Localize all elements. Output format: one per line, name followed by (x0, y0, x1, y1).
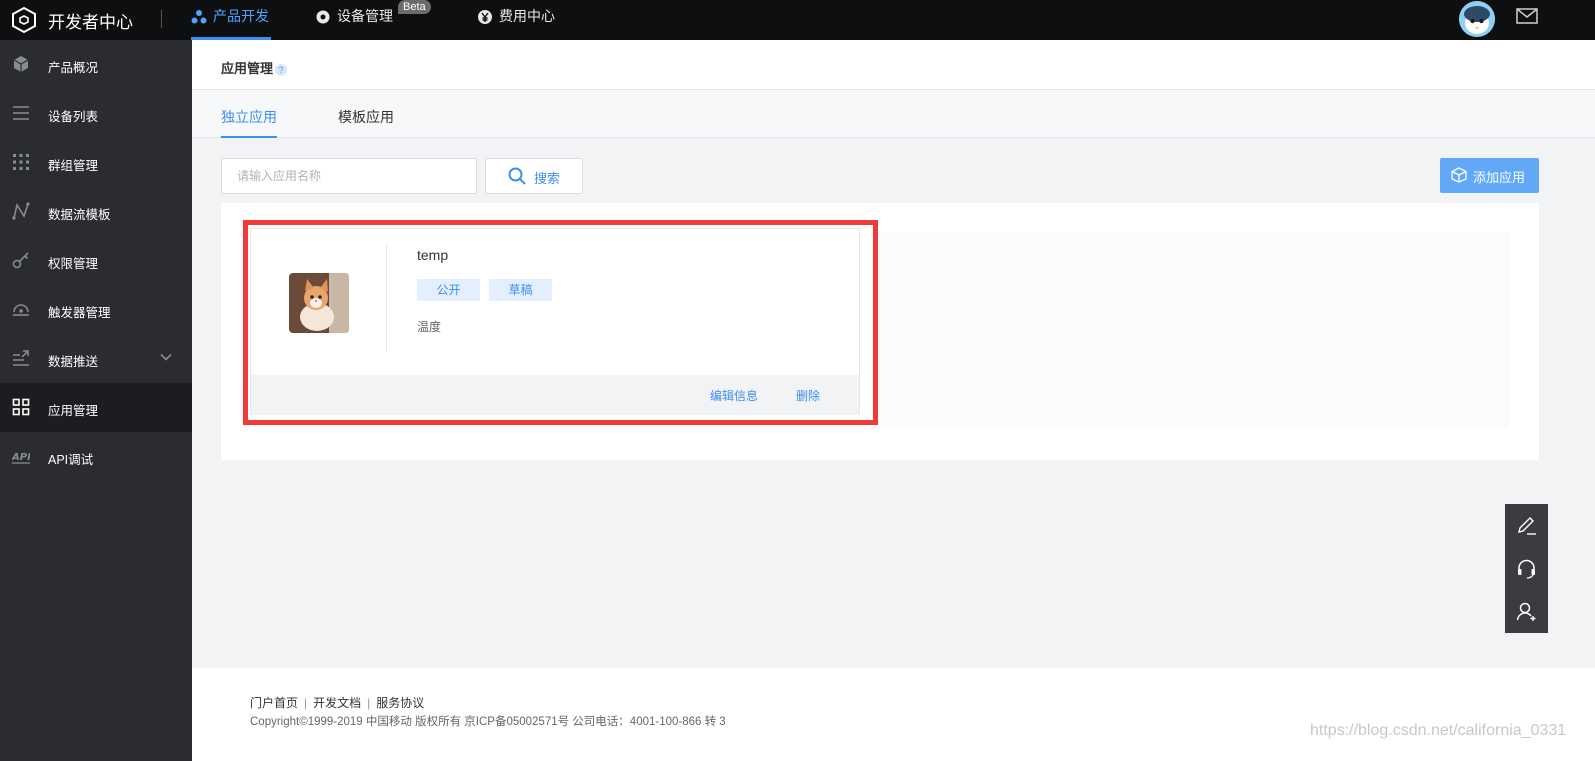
add-contact-button[interactable] (1505, 590, 1548, 633)
nav-device-management[interactable]: 设备管理 (315, 0, 393, 40)
add-app-button[interactable]: 添加应用 (1440, 158, 1539, 193)
sidebar-item-trigger-management[interactable]: 触发器管理 (0, 285, 192, 334)
tab-template-apps[interactable]: 模板应用 (338, 107, 394, 138)
search-input[interactable] (221, 158, 477, 194)
key-icon (12, 252, 29, 269)
beta-badge: Beta (398, 0, 431, 14)
yen-icon (478, 10, 492, 25)
avatar-icon[interactable] (1459, 1, 1495, 37)
brand-title[interactable]: 开发者中心 (48, 8, 133, 33)
footer-link-home[interactable]: 门户首页 (250, 696, 298, 710)
footer-link-docs[interactable]: 开发文档 (313, 696, 361, 710)
tab-standalone-apps[interactable]: 独立应用 (221, 107, 277, 138)
sidebar-item-device-list[interactable]: 设备列表 (0, 89, 192, 138)
api-icon: API (12, 452, 30, 464)
sidebar-item-datastream-template[interactable]: 数据流模板 (0, 187, 192, 236)
flow-icon (12, 202, 30, 220)
card-footer: 编辑信息 删除 (251, 375, 859, 415)
app-list-placeholder (878, 232, 1509, 428)
headset-icon (1518, 559, 1535, 579)
app-card[interactable]: temp 公开 草稿 温度 编辑信息 删除 (250, 228, 860, 415)
edit-icon (1518, 517, 1536, 535)
tag-draft: 草稿 (489, 279, 552, 301)
list-icon (13, 106, 29, 120)
app-description: 温度 (417, 320, 442, 334)
sidebar-item-label: API调试 (48, 453, 94, 467)
sidebar-item-permission-management[interactable]: 权限管理 (0, 236, 192, 285)
nav-label: 费用中心 (499, 8, 555, 24)
chevron-down-icon[interactable] (160, 351, 172, 363)
sidebar-item-label: 产品概况 (48, 61, 99, 75)
svg-text:API: API (12, 452, 30, 463)
sidebar-item-product-overview[interactable]: 产品概况 (0, 40, 192, 89)
sidebar-item-label: 权限管理 (48, 257, 99, 271)
sidebar-item-label: 数据流模板 (48, 208, 111, 222)
footer-separator: | (304, 696, 308, 710)
footer-separator: | (367, 696, 371, 710)
edit-info-link[interactable]: 编辑信息 (710, 387, 758, 404)
feedback-button[interactable] (1505, 504, 1548, 547)
tab-bar: 独立应用 模板应用 (192, 90, 1595, 138)
sidebar-item-label: 设备列表 (48, 110, 99, 124)
page-title-text: 应用管理 (221, 61, 274, 76)
sidebar-item-label: 应用管理 (48, 404, 99, 418)
apps-icon (12, 398, 30, 416)
page-header: 应用管理? (192, 40, 1595, 90)
support-button[interactable] (1505, 547, 1548, 590)
box-icon (1451, 167, 1467, 183)
sidebar-item-api-debug[interactable]: API API调试 (0, 432, 192, 481)
cube-icon (13, 56, 29, 72)
tag-public: 公开 (417, 279, 480, 301)
top-bar: 开发者中心 产品开发 设备管理 Beta 费用中心 (0, 0, 1595, 40)
sidebar: 产品概况 设备列表 群组管理 数据流模板 权限管理 触发器管理 数据推送 应用管… (0, 40, 192, 761)
brand-divider (161, 10, 162, 28)
nav-label: 产品开发 (213, 8, 269, 24)
nav-label: 设备管理 (337, 8, 393, 24)
mail-icon[interactable] (1516, 8, 1538, 24)
footer-link-terms[interactable]: 服务协议 (376, 696, 424, 710)
page-footer: 门户首页 | 开发文档 | 服务协议 Copyright©1999-2019 中国移动 … (192, 668, 1595, 761)
app-thumbnail[interactable] (289, 273, 349, 333)
watermark: https://blog.csdn.net/california_0331 (1310, 722, 1567, 739)
trigger-icon (13, 304, 29, 316)
sidebar-item-label: 触发器管理 (48, 306, 111, 320)
nav-billing[interactable]: 费用中心 (477, 0, 555, 40)
dots-grid-icon (13, 154, 29, 170)
sidebar-item-data-push[interactable]: 数据推送 (0, 334, 192, 383)
delete-link[interactable]: 删除 (796, 387, 820, 404)
sidebar-item-group-management[interactable]: 群组管理 (0, 138, 192, 187)
app-name: temp (417, 247, 449, 263)
floating-toolbar (1505, 504, 1548, 633)
sidebar-item-app-management[interactable]: 应用管理 (0, 383, 192, 432)
add-user-icon (1516, 602, 1536, 621)
help-icon[interactable]: ? (275, 63, 288, 76)
sidebar-item-label: 群组管理 (48, 159, 99, 173)
search-button[interactable]: 搜索 (485, 158, 583, 194)
device-icon (316, 10, 330, 24)
sidebar-item-label: 数据推送 (48, 355, 99, 369)
cluster-icon (191, 10, 207, 24)
page-title: 应用管理? (221, 58, 288, 77)
card-divider (386, 244, 387, 352)
footer-links: 门户首页 | 开发文档 | 服务协议 (250, 694, 424, 711)
nav-product-dev[interactable]: 产品开发 (191, 0, 271, 40)
push-icon (13, 350, 29, 366)
logo-icon[interactable] (10, 6, 38, 34)
search-button-label: 搜索 (534, 171, 561, 186)
copyright-text: Copyright©1999-2019 中国移动 版权所有 京ICP备05002… (250, 716, 726, 728)
search-icon (508, 167, 526, 185)
add-app-label: 添加应用 (1473, 170, 1526, 185)
